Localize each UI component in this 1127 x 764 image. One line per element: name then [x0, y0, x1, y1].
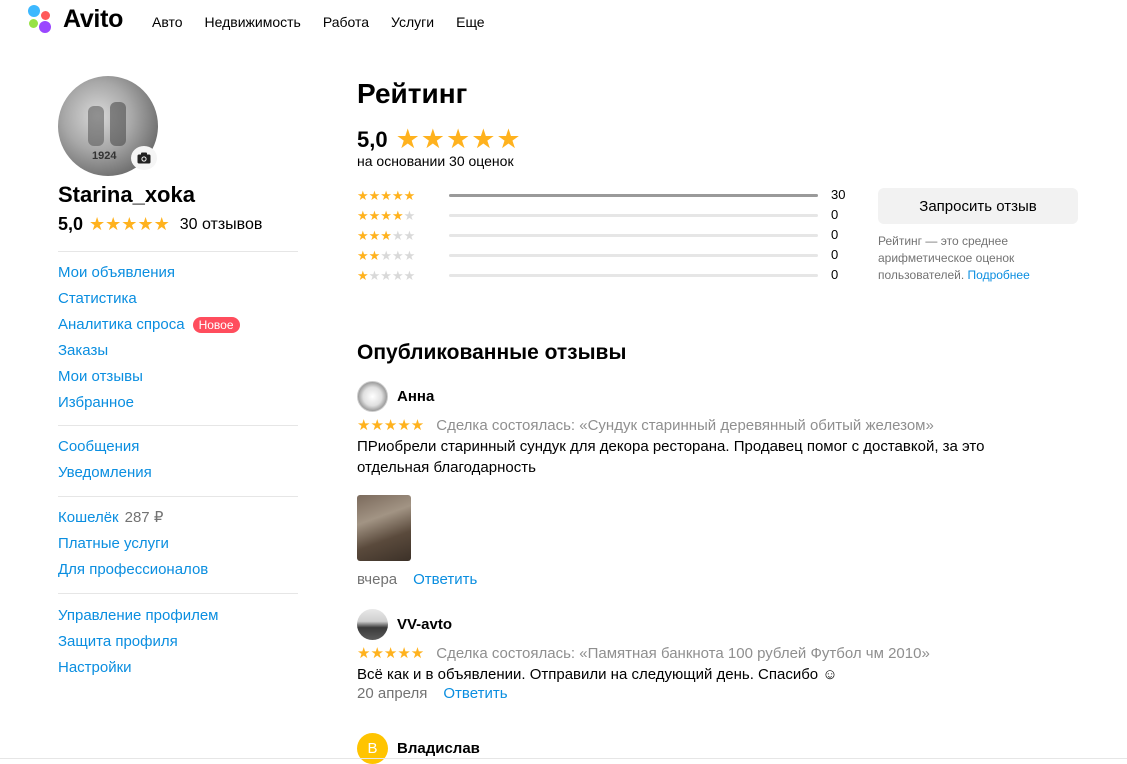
sidebar-group-ads: Мои объявления Статистика Аналитика спро… [58, 260, 298, 416]
sidebar-item-paid-services[interactable]: Платные услуги [58, 533, 169, 555]
sidebar-item-notifications[interactable]: Уведомления [58, 462, 152, 484]
rating-based-on: на основании 30 оценок [357, 153, 514, 169]
review-stars-icon: ★★★★★ [357, 417, 425, 434]
page-title: Рейтинг [357, 78, 468, 109]
reply-button[interactable]: Ответить [413, 571, 477, 588]
rating-row-count: 0 [831, 207, 839, 222]
camera-icon[interactable] [131, 146, 157, 170]
profile-rating-stars-icon: ★★★★★ [89, 214, 170, 234]
profile-rating: 5,0 ★★★★★ 30 отзывов [58, 214, 262, 235]
nav-item-auto[interactable]: Авто [152, 14, 183, 30]
reviewer-avatar[interactable] [357, 608, 388, 640]
nav-item-services[interactable]: Услуги [391, 14, 434, 30]
sidebar-item-settings[interactable]: Настройки [58, 657, 132, 679]
sidebar-item-messages[interactable]: Сообщения [58, 436, 139, 458]
sidebar-group-wallet: Кошелёк 287 ₽ Платные услуги Для професси… [58, 505, 298, 583]
sidebar-item-for-professionals[interactable]: Для профессионалов [58, 559, 208, 581]
avatar-coin-year: 1924 [92, 150, 117, 162]
rating-bar [449, 274, 818, 277]
bottom-divider [0, 758, 1127, 759]
rating-row-stars-icon: ★★★★★ [357, 268, 416, 283]
rating-row-1: ★★★★★ 0 [357, 266, 857, 286]
sidebar-group-profile: Управление профилем Защита профиля Настр… [58, 603, 298, 681]
sidebar-item-wallet[interactable]: Кошелёк [58, 507, 119, 529]
review-text: ПРиобрели старинный сундук для декора ре… [357, 438, 985, 476]
reviewer-avatar[interactable] [357, 380, 388, 412]
review-date: вчера [357, 571, 398, 588]
rating-row-count: 0 [831, 267, 839, 282]
rating-row-2: ★★★★★ 0 [357, 246, 857, 266]
review-text: Всё как и в объявлении. Отправили на сле… [357, 666, 838, 683]
reviewer-name[interactable]: VV-avto [397, 616, 452, 633]
sidebar-item-favorites[interactable]: Избранное [58, 392, 134, 414]
logo-dots-icon [28, 4, 58, 34]
overall-rating-stars-icon: ★★★★★ [395, 124, 522, 154]
wallet-balance: 287 ₽ [124, 509, 164, 526]
rating-bar [449, 234, 818, 237]
rating-row-5: ★★★★★ 30 [357, 186, 857, 206]
reviewer-name[interactable]: Анна [397, 388, 434, 405]
sidebar-item-statistics[interactable]: Статистика [58, 288, 137, 310]
reviews-section-title: Опубликованные отзывы [357, 341, 627, 364]
sidebar-group-messages: Сообщения Уведомления [58, 434, 298, 486]
logo-text: Avito [63, 4, 124, 33]
review-deal: Сделка состоялась: «Памятная банкнота 10… [436, 644, 930, 662]
profile-rating-value: 5,0 [58, 214, 84, 234]
sidebar-item-my-ads[interactable]: Мои объявления [58, 262, 175, 284]
rating-row-stars-icon: ★★★★★ [357, 188, 416, 203]
rating-bar [449, 214, 818, 217]
sidebar-item-profile-management[interactable]: Управление профилем [58, 605, 219, 627]
rating-row-stars-icon: ★★★★★ [357, 248, 416, 263]
rating-note-more-link[interactable]: Подробнее [968, 268, 1030, 282]
top-header: Avito Авто Недвижимость Работа Услуги Ещ… [0, 0, 1127, 44]
avito-logo[interactable]: Avito [28, 4, 123, 34]
rating-row-stars-icon: ★★★★★ [357, 208, 416, 223]
review-deal: Сделка состоялась: «Сундук старинный дер… [436, 416, 934, 434]
reply-button[interactable]: Ответить [443, 685, 507, 702]
review-item: VV-avto ★★★★★ Сделка состоялась: «Памятн… [357, 608, 1057, 702]
request-review-button[interactable]: Запросить отзыв [878, 188, 1078, 224]
nav-item-jobs[interactable]: Работа [323, 14, 369, 30]
review-stars-icon: ★★★★★ [357, 645, 425, 662]
rating-row-stars-icon: ★★★★★ [357, 228, 416, 243]
review-date: 20 апреля [357, 685, 428, 702]
rating-row-count: 0 [831, 227, 839, 242]
overall-rating-value: 5,0 [357, 126, 388, 152]
nav-item-more[interactable]: Еще [456, 14, 485, 30]
sidebar-divider [58, 593, 298, 594]
review-item: Анна ★★★★★ Сделка состоялась: «Сундук ст… [357, 380, 1057, 588]
rating-row-4: ★★★★★ 0 [357, 206, 857, 226]
rating-row-count: 30 [831, 187, 846, 202]
rating-bar [449, 194, 818, 197]
sidebar-item-my-reviews[interactable]: Мои отзывы [58, 366, 143, 388]
sidebar-divider [58, 425, 298, 426]
sidebar-divider [58, 251, 298, 252]
rating-row-3: ★★★★★ 0 [357, 226, 857, 246]
nav-item-realty[interactable]: Недвижимость [205, 14, 301, 30]
rating-note: Рейтинг — это среднее арифметическое оце… [878, 233, 1078, 284]
rating-bar [449, 254, 818, 257]
profile-reviews-count[interactable]: 30 отзывов [180, 216, 263, 234]
sidebar-divider [58, 496, 298, 497]
sidebar-item-orders[interactable]: Заказы [58, 340, 108, 362]
profile-username: Starina_xoka [58, 182, 195, 207]
overall-rating: 5,0 ★★★★★ [357, 124, 522, 155]
new-badge: Новое [192, 317, 240, 333]
sidebar-item-demand-analytics[interactable]: Аналитика спроса [58, 314, 185, 336]
rating-row-count: 0 [831, 247, 839, 262]
top-nav: Авто Недвижимость Работа Услуги Еще [152, 14, 507, 30]
reviewer-initial: В [367, 739, 378, 757]
reviewer-name[interactable]: Владислав [397, 740, 480, 757]
sidebar-item-profile-protection[interactable]: Защита профиля [58, 631, 178, 653]
review-photo[interactable] [357, 495, 411, 561]
